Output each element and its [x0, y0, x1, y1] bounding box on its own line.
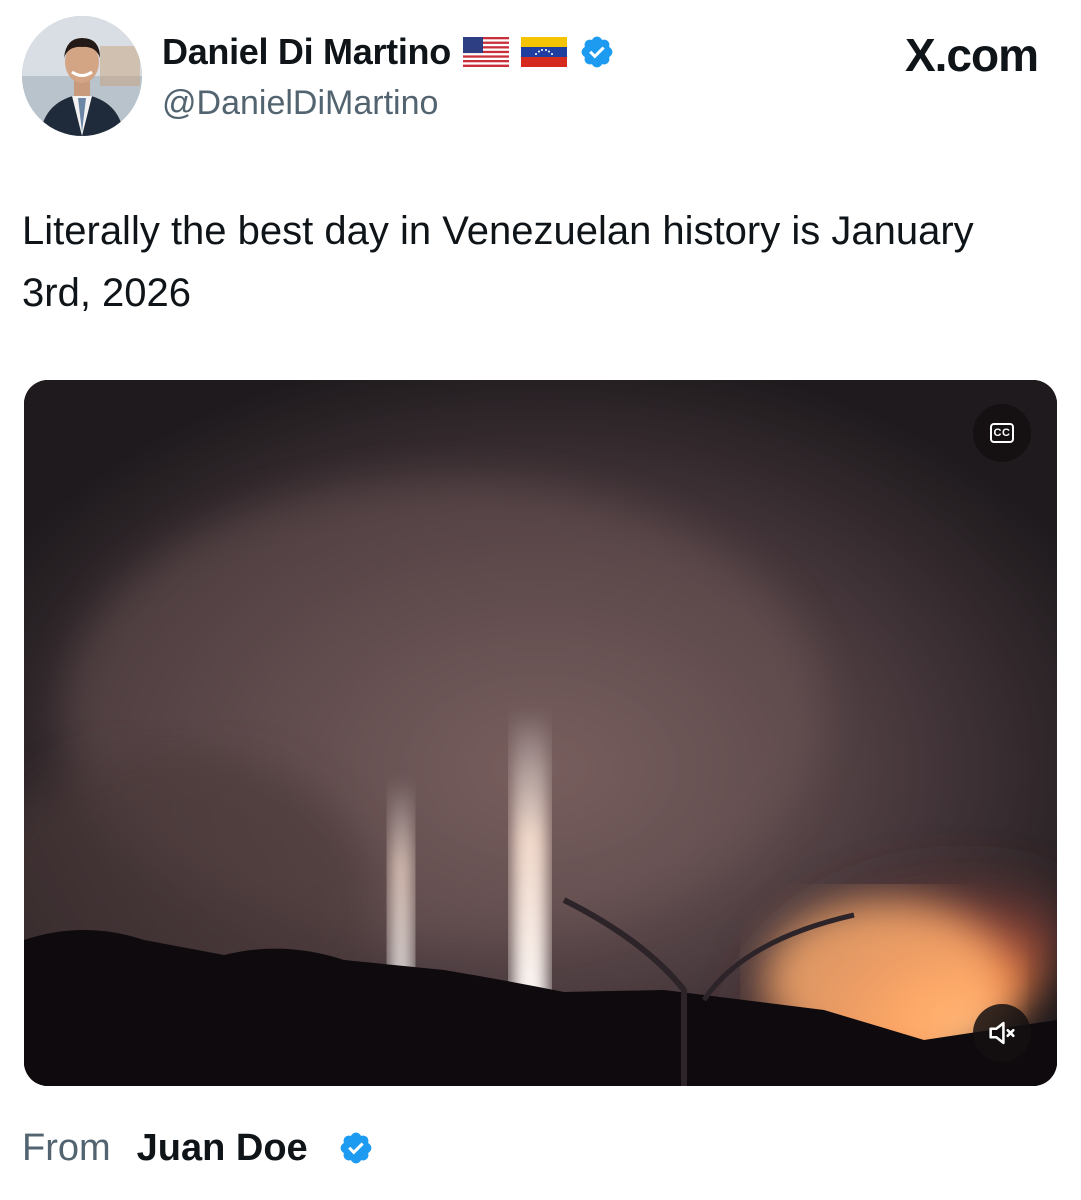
mute-button[interactable]	[973, 1004, 1031, 1062]
us-flag-icon	[462, 37, 509, 67]
video-player[interactable]: CC	[24, 380, 1057, 1086]
captions-icon: CC	[990, 423, 1014, 443]
tweet-text: Literally the best day in Venezuelan his…	[22, 209, 974, 315]
verified-badge-icon	[579, 34, 615, 70]
x-com-logo: X.com	[904, 29, 1039, 81]
venezuela-flag-icon	[520, 37, 567, 67]
avatar-photo	[22, 16, 142, 136]
author-name-row: Daniel Di Martino	[162, 30, 615, 74]
mute-icon	[989, 1021, 1015, 1045]
video-frame	[24, 380, 1057, 1086]
tweet-header: Daniel Di Martino @DanielDiMartino X.com	[22, 16, 1062, 136]
captions-button[interactable]: CC	[973, 404, 1031, 462]
author-avatar[interactable]	[22, 16, 142, 136]
verified-badge-icon	[338, 1130, 374, 1166]
author-display-name[interactable]: Daniel Di Martino	[162, 31, 451, 73]
video-source-attribution: From Juan Doe	[22, 1120, 374, 1176]
from-label: From	[22, 1126, 111, 1169]
source-author-name[interactable]: Juan Doe	[137, 1127, 308, 1170]
author-handle[interactable]: @DanielDiMartino	[162, 84, 438, 123]
